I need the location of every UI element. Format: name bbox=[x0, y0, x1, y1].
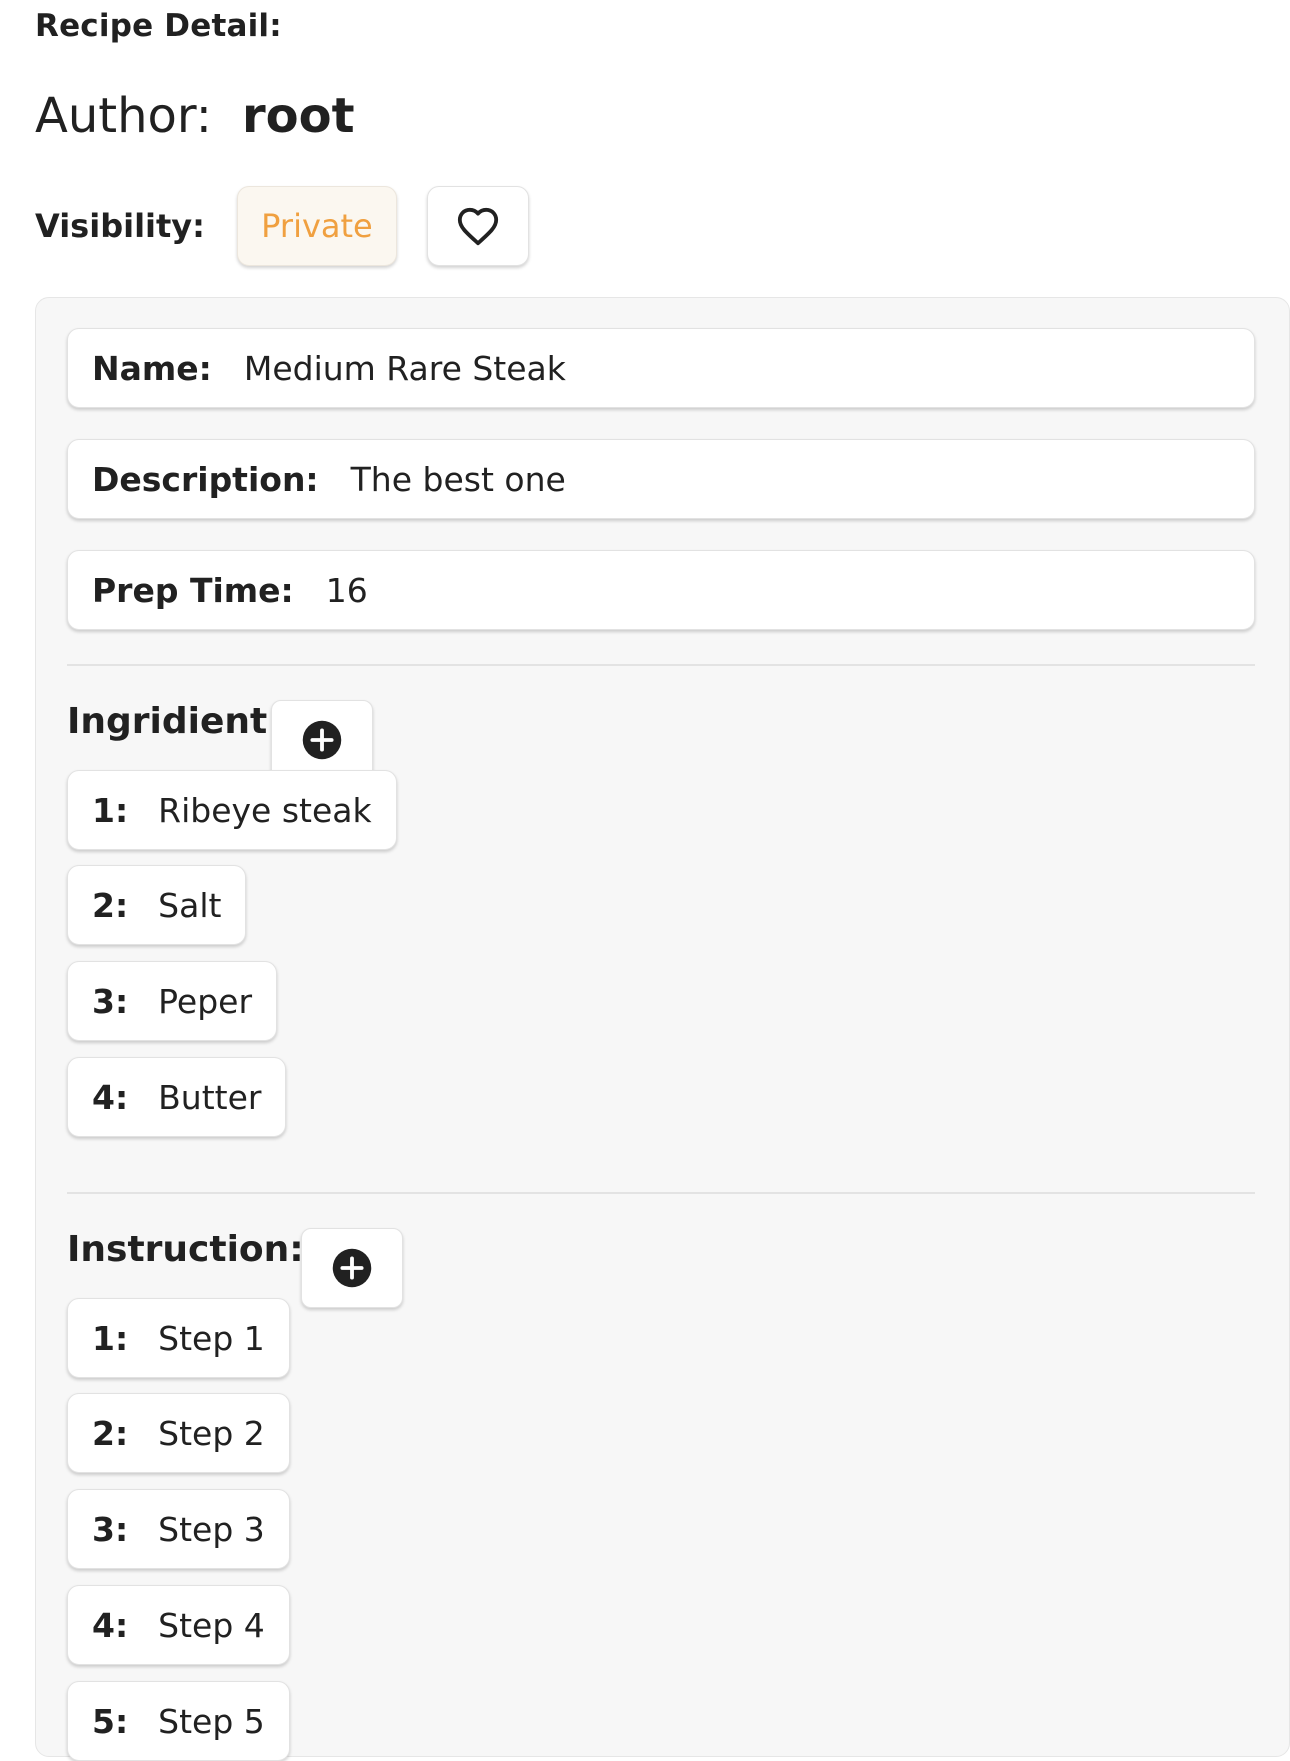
instruction-text: Step 5 bbox=[158, 1701, 265, 1741]
prep-time-value: 16 bbox=[325, 570, 368, 610]
name-label: Name: bbox=[92, 348, 212, 388]
heart-outline-icon bbox=[457, 207, 499, 246]
description-field: Description: The best one bbox=[67, 439, 1255, 519]
favorite-button[interactable] bbox=[426, 186, 529, 266]
visibility-label: Visibility: bbox=[35, 207, 205, 245]
author-row: Author: root bbox=[35, 88, 355, 144]
ingredient-item: 2: Salt bbox=[67, 865, 247, 945]
instruction-item: 3: Step 3 bbox=[67, 1489, 290, 1569]
name-value: Medium Rare Steak bbox=[243, 348, 566, 388]
ingredient-text: Ribeye steak bbox=[158, 790, 372, 830]
instruction-text: Step 1 bbox=[158, 1318, 265, 1358]
ingredient-number: 4: bbox=[92, 1077, 129, 1117]
ingredient-text: Butter bbox=[158, 1077, 262, 1117]
instruction-text: Step 3 bbox=[158, 1509, 265, 1549]
prep-time-field: Prep Time: 16 bbox=[67, 550, 1255, 630]
plus-circle-icon bbox=[302, 720, 342, 760]
instruction-title: Instruction: bbox=[67, 1229, 304, 1270]
ingredient-text: Salt bbox=[158, 885, 222, 925]
instruction-item: 1: Step 1 bbox=[67, 1298, 290, 1378]
add-ingredient-button[interactable] bbox=[271, 700, 373, 780]
author-label: Author: bbox=[35, 88, 212, 144]
instruction-text: Step 2 bbox=[158, 1413, 265, 1453]
ingredient-number: 2: bbox=[92, 885, 129, 925]
author-value: root bbox=[241, 88, 355, 144]
description-value: The best one bbox=[350, 459, 566, 499]
name-field: Name: Medium Rare Steak bbox=[67, 328, 1255, 408]
instruction-number: 1: bbox=[92, 1318, 129, 1358]
instruction-text: Step 4 bbox=[158, 1605, 265, 1645]
visibility-toggle-button[interactable]: Private bbox=[236, 186, 397, 266]
description-label: Description: bbox=[92, 459, 319, 499]
ingredient-number: 1: bbox=[92, 790, 129, 830]
instruction-number: 3: bbox=[92, 1509, 129, 1549]
ingredient-title: Ingridient: bbox=[67, 701, 282, 742]
instruction-number: 2: bbox=[92, 1413, 129, 1453]
ingredient-number: 3: bbox=[92, 981, 129, 1021]
instruction-number: 4: bbox=[92, 1605, 129, 1645]
instruction-item: 2: Step 2 bbox=[67, 1393, 290, 1473]
prep-time-label: Prep Time: bbox=[92, 570, 294, 610]
visibility-row: Visibility: Private bbox=[35, 186, 529, 266]
ingredient-item: 3: Peper bbox=[67, 961, 278, 1041]
divider bbox=[67, 664, 1255, 666]
recipe-card: Name: Medium Rare Steak Description: The… bbox=[35, 297, 1290, 1761]
section-label: Recipe Detail: bbox=[35, 8, 282, 44]
instruction-item: 4: Step 4 bbox=[67, 1585, 290, 1665]
instruction-item: 5: Step 5 bbox=[67, 1681, 290, 1761]
plus-circle-icon bbox=[332, 1248, 372, 1288]
ingredient-item: 4: Butter bbox=[67, 1057, 287, 1137]
divider bbox=[67, 1192, 1255, 1194]
instruction-number: 5: bbox=[92, 1701, 129, 1741]
ingredient-text: Peper bbox=[158, 981, 253, 1021]
add-instruction-button[interactable] bbox=[301, 1228, 403, 1308]
ingredient-item: 1: Ribeye steak bbox=[67, 770, 397, 850]
